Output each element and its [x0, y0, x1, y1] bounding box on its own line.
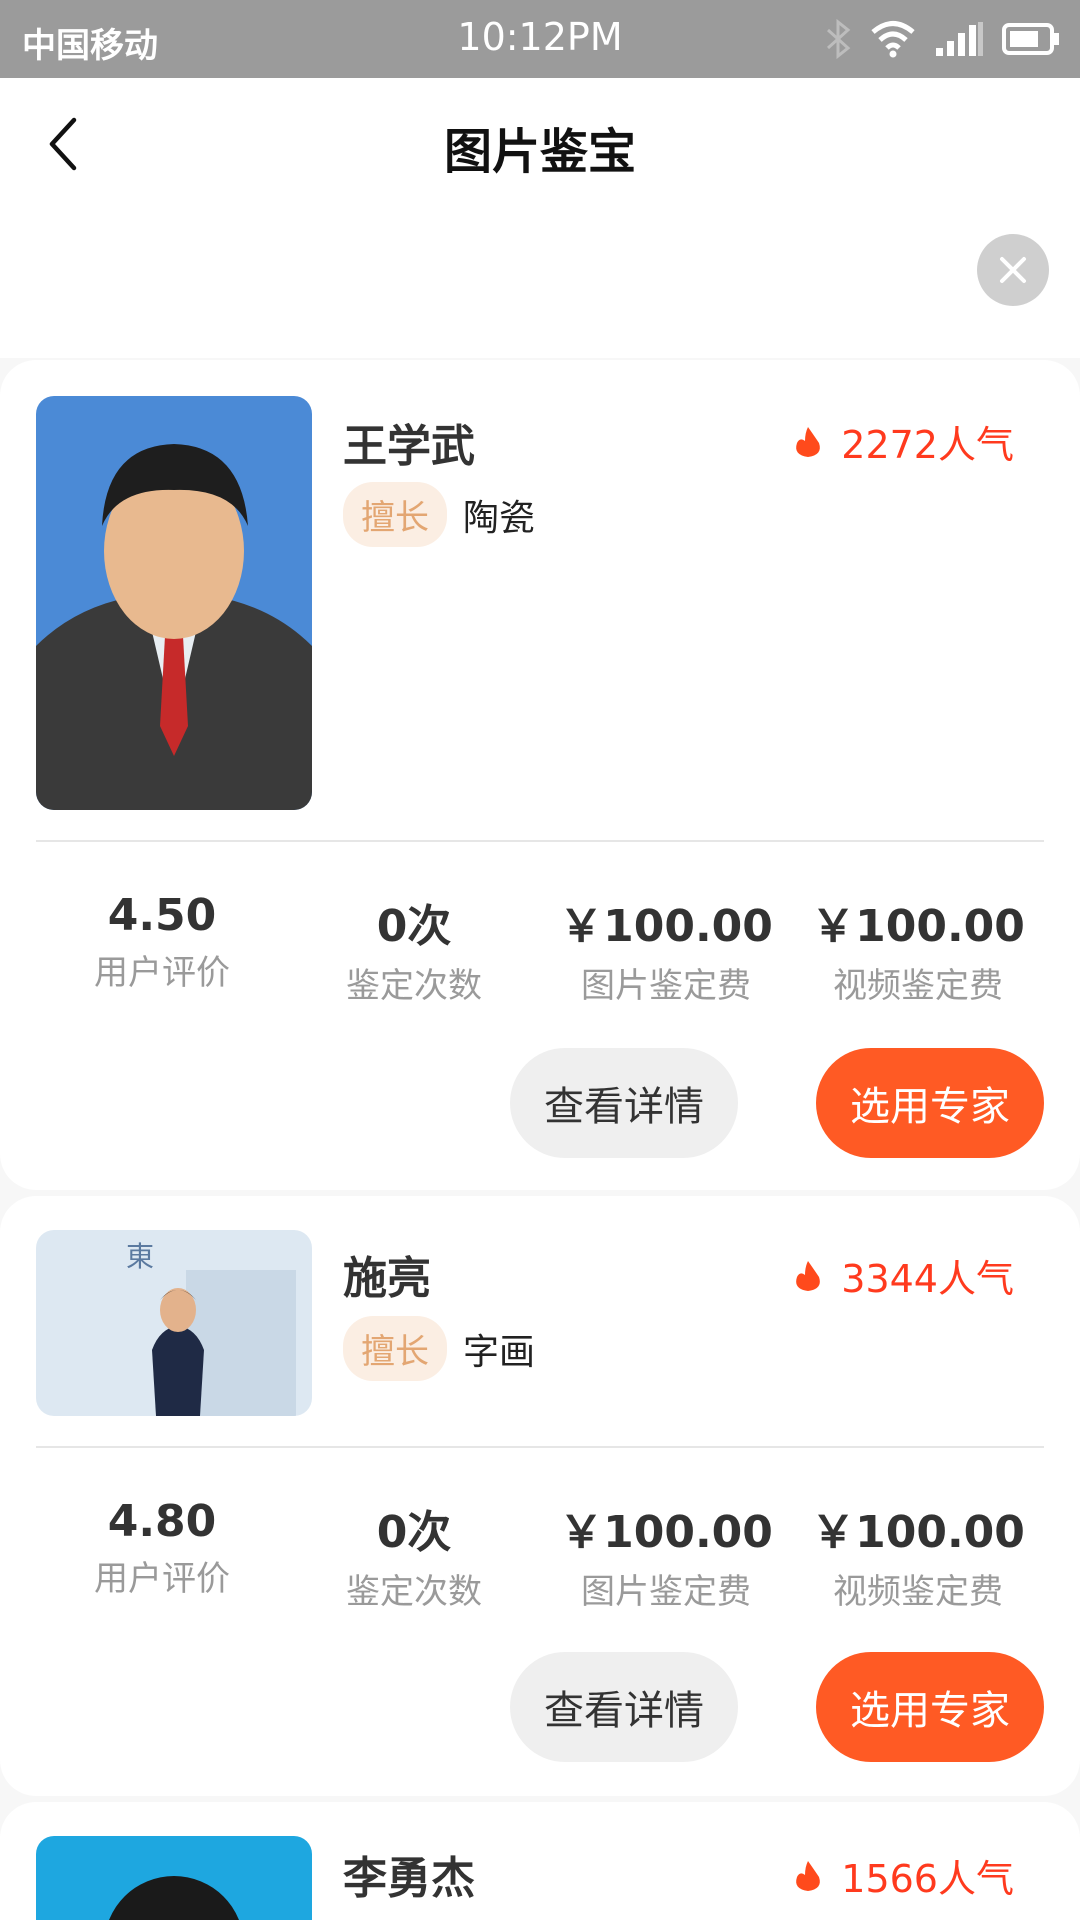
expert-photo: 東 [36, 1230, 312, 1416]
status-icons [824, 16, 1060, 62]
stat-label: 图片鉴定费 [581, 966, 751, 1006]
banner-area [0, 208, 1080, 358]
select-expert-button[interactable]: 选用专家 [816, 1652, 1044, 1762]
popularity-count: 1566人气 [841, 1857, 1014, 1901]
stat-count: 0次 鉴定次数 [288, 890, 540, 1007]
stat-label: 用户评价 [94, 953, 230, 993]
stat-label: 鉴定次数 [346, 1572, 482, 1612]
stat-image-fee: ￥100.00 图片鉴定费 [540, 890, 792, 1007]
stat-value: ￥100.00 [811, 901, 1025, 952]
specialty: 擅长 字画 [343, 1316, 535, 1381]
stat-video-fee: ￥100.00 视频鉴定费 [792, 1496, 1044, 1613]
divider [36, 840, 1044, 842]
popularity: 3344人气 [793, 1248, 1014, 1303]
stats-row: 4.50 用户评价 0次 鉴定次数 ￥100.00 图片鉴定费 ￥100.00 … [36, 890, 1044, 1007]
close-icon [1000, 257, 1026, 283]
stat-rating: 4.80 用户评价 [36, 1496, 288, 1613]
stat-label: 用户评价 [94, 1559, 230, 1599]
stat-value: 0次 [376, 1507, 452, 1558]
stat-rating: 4.50 用户评价 [36, 890, 288, 1007]
signal-icon [936, 22, 983, 56]
stat-image-fee: ￥100.00 图片鉴定费 [540, 1496, 792, 1613]
expert-name: 施亮 [343, 1253, 431, 1304]
specialty-tag: 擅长 [343, 482, 447, 547]
specialty-value: 字画 [463, 1331, 536, 1373]
select-expert-button[interactable]: 选用专家 [816, 1048, 1044, 1158]
expert-photo [36, 396, 312, 810]
stat-video-fee: ￥100.00 视频鉴定费 [792, 890, 1044, 1007]
stat-label: 视频鉴定费 [833, 966, 1003, 1006]
close-button[interactable] [977, 234, 1049, 306]
stat-value: 0次 [376, 901, 452, 952]
expert-card: 東 施亮 3344人气 擅长 字画 4.80 用户评价 0次 鉴定次数 ￥100… [0, 1196, 1080, 1796]
stat-value: 4.80 [107, 1496, 217, 1547]
svg-text:東: 東 [126, 1240, 154, 1273]
popularity: 1566人气 [793, 1848, 1014, 1903]
stat-value: ￥100.00 [811, 1507, 1025, 1558]
flame-icon [796, 426, 821, 457]
nav-header: 图片鉴宝 [0, 78, 1080, 208]
stat-label: 视频鉴定费 [833, 1572, 1003, 1612]
stat-value: 4.50 [107, 890, 217, 941]
specialty-value: 陶瓷 [463, 497, 536, 539]
stat-label: 图片鉴定费 [581, 1572, 751, 1612]
flame-icon [796, 1860, 821, 1891]
view-detail-button[interactable]: 查看详情 [510, 1652, 738, 1762]
expert-photo [36, 1836, 312, 1920]
stat-label: 鉴定次数 [346, 966, 482, 1006]
wifi-icon [871, 21, 915, 58]
specialty-tag: 擅长 [343, 1316, 447, 1381]
expert-card: 王学武 2272人气 擅长 陶瓷 4.50 用户评价 0次 鉴定次数 ￥100.… [0, 360, 1080, 1190]
status-bar: 中国移动 10:12PM [0, 0, 1080, 78]
popularity-count: 2272人气 [841, 423, 1014, 467]
stat-value: ￥100.00 [559, 901, 773, 952]
view-detail-button[interactable]: 查看详情 [510, 1048, 738, 1158]
expert-name: 李勇杰 [343, 1853, 475, 1904]
stat-count: 0次 鉴定次数 [288, 1496, 540, 1613]
divider [36, 1446, 1044, 1448]
page-title: 图片鉴宝 [443, 124, 636, 180]
expert-name: 王学武 [343, 421, 475, 472]
popularity-count: 3344人气 [841, 1257, 1014, 1301]
popularity: 2272人气 [793, 414, 1014, 469]
flame-icon [796, 1260, 821, 1291]
stats-row: 4.80 用户评价 0次 鉴定次数 ￥100.00 图片鉴定费 ￥100.00 … [36, 1496, 1044, 1613]
expert-card: 李勇杰 1566人气 [0, 1802, 1080, 1920]
bluetooth-icon [826, 18, 851, 60]
specialty: 擅长 陶瓷 [343, 482, 535, 547]
battery-icon [1002, 23, 1059, 55]
stat-value: ￥100.00 [559, 1507, 773, 1558]
